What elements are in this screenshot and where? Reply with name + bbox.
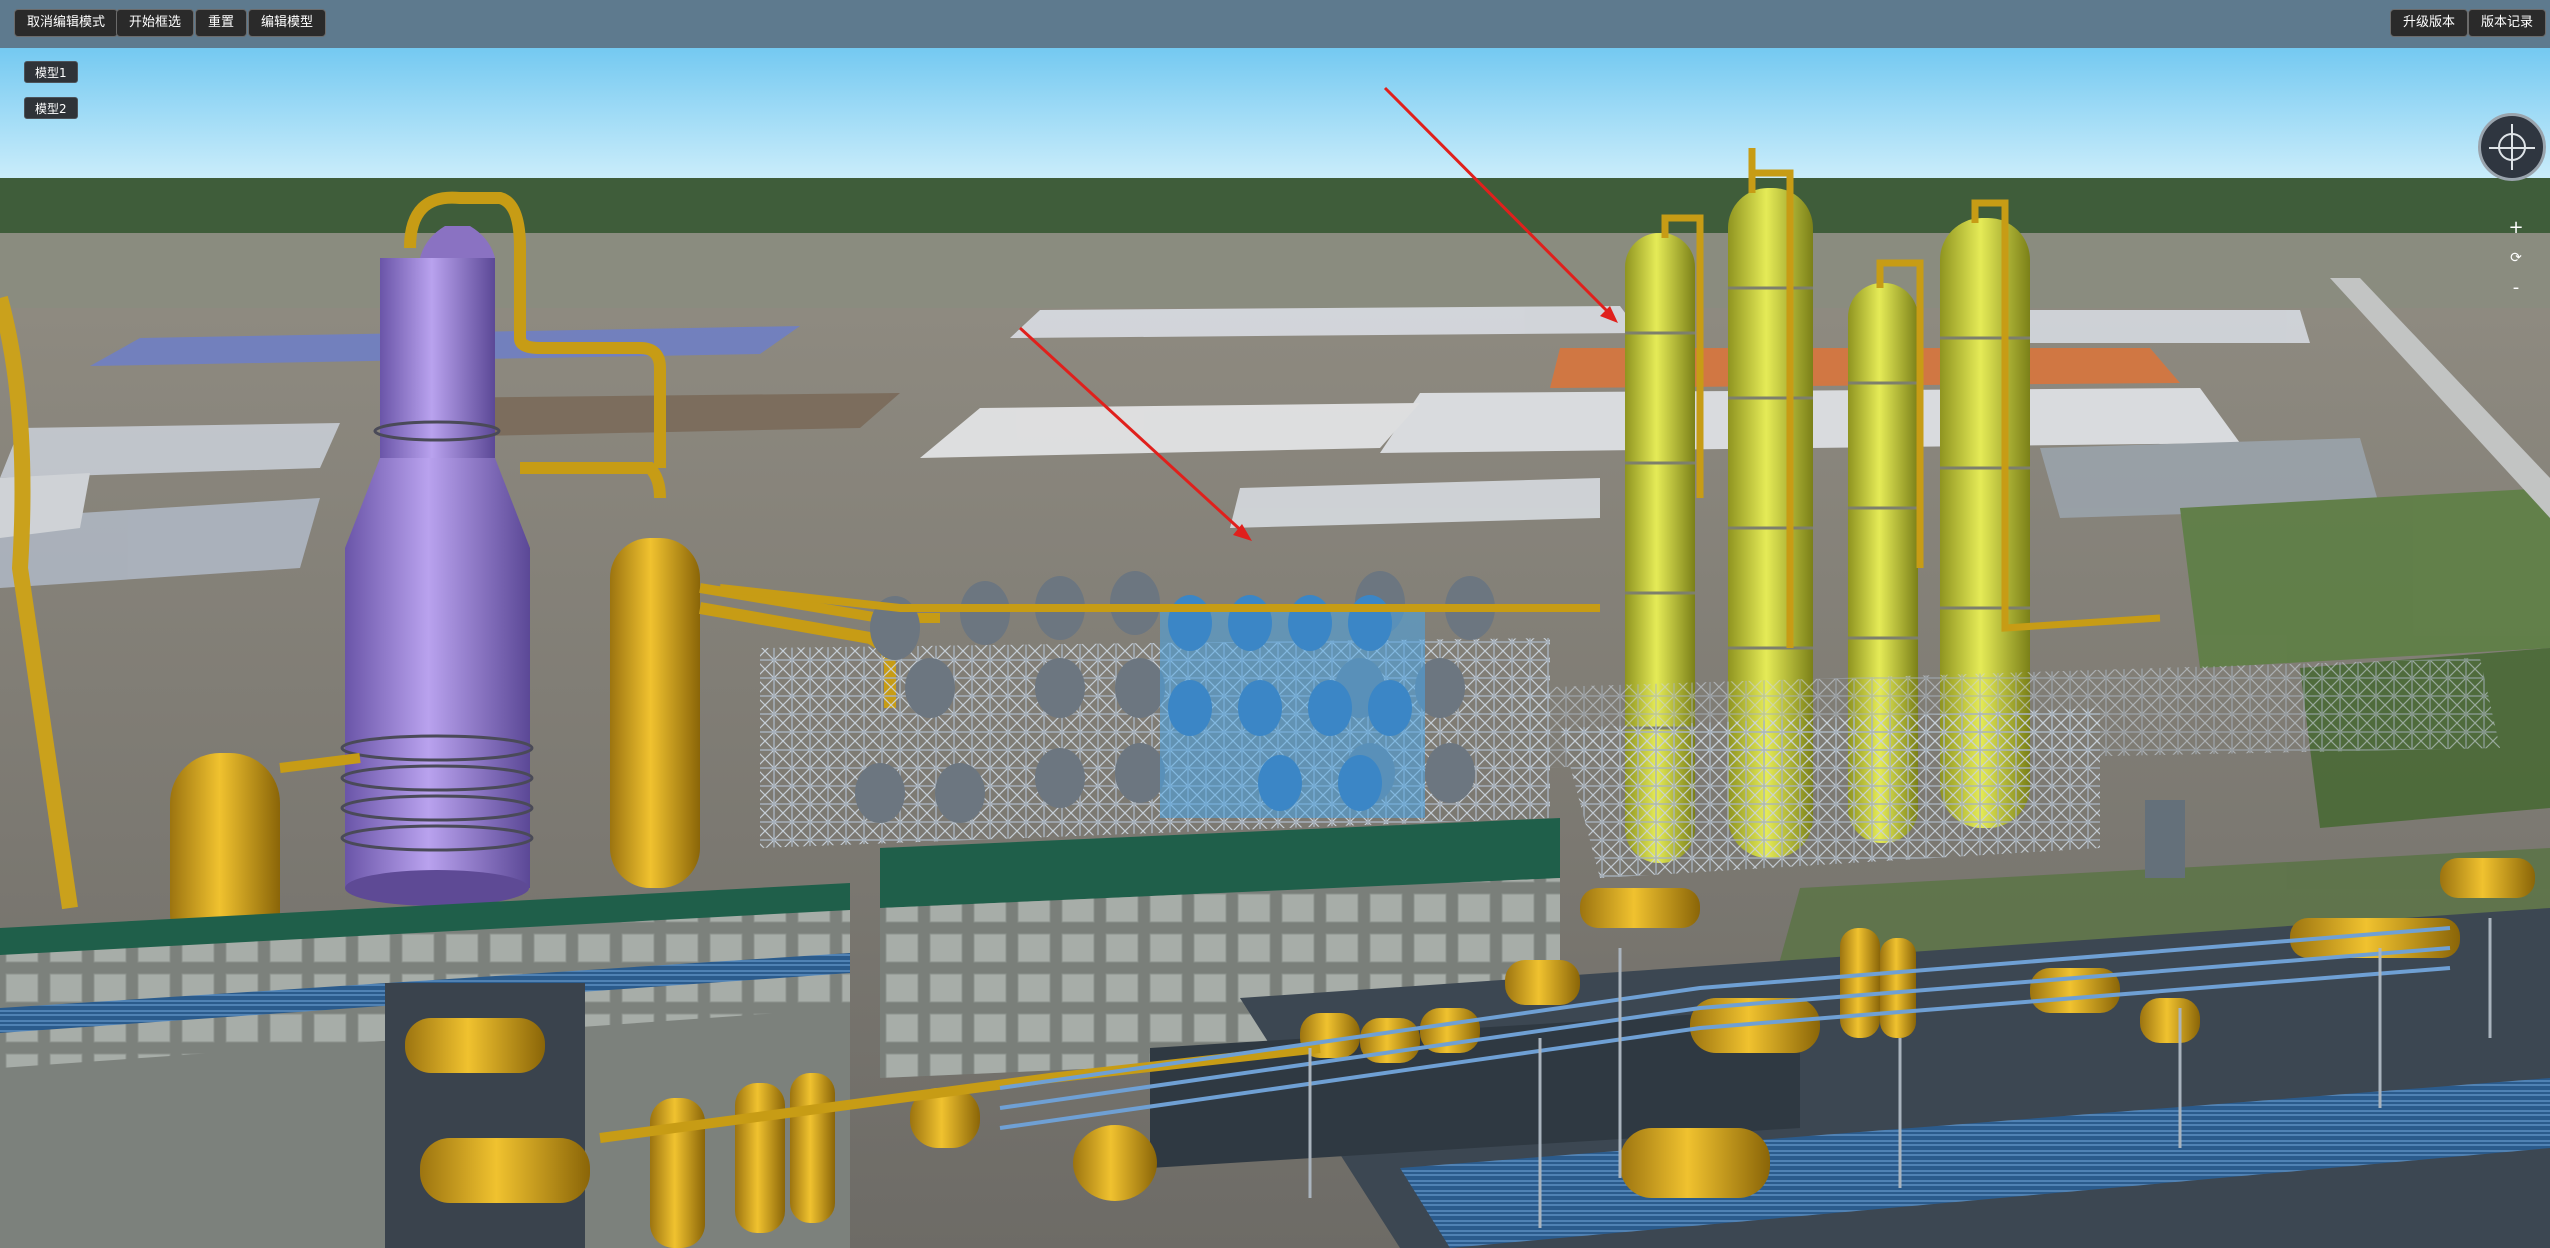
- zoom-out-icon[interactable]: -: [2504, 276, 2528, 300]
- cancel-edit-mode-button[interactable]: 取消编辑模式: [14, 9, 119, 37]
- model-2-button[interactable]: 模型2: [24, 97, 78, 119]
- compass-icon[interactable]: [2478, 113, 2546, 181]
- reset-view-icon[interactable]: ⟳: [2504, 246, 2528, 270]
- compass-crosshair-v: [2511, 124, 2513, 170]
- model-1-button[interactable]: 模型1: [24, 61, 78, 83]
- top-toolbar: 取消编辑模式 开始框选 重置 编辑模型 升级版本 版本记录: [0, 0, 2550, 49]
- version-history-button[interactable]: 版本记录: [2468, 9, 2547, 37]
- plant-3d-render[interactable]: [0, 48, 2550, 1248]
- zoom-in-icon[interactable]: +: [2504, 216, 2528, 240]
- edit-model-button[interactable]: 编辑模型: [248, 9, 327, 37]
- start-box-select-button[interactable]: 开始框选: [116, 9, 195, 37]
- upgrade-version-button[interactable]: 升级版本: [2390, 9, 2469, 37]
- reset-button[interactable]: 重置: [195, 9, 248, 37]
- 3d-viewport[interactable]: 模型1 模型2: [0, 48, 2550, 1248]
